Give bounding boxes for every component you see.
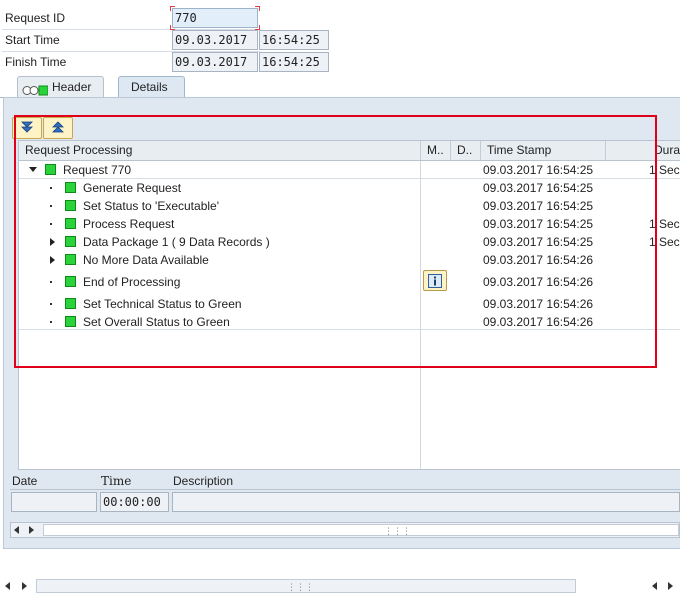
column-details[interactable]: D.. [451,141,481,160]
time-stamp-cell: 09.03.2017 16:54:26 [483,275,594,289]
scroll-thumb[interactable]: ⋮⋮⋮ [43,524,679,537]
tree-row[interactable]: Set Technical Status to Green 09.03.2017 … [19,295,680,313]
collapsed-node-icon[interactable] [50,238,55,246]
expanded-node-icon[interactable] [29,167,37,172]
description-column-label: Description [173,474,234,488]
tree-row[interactable]: No More Data Available 09.03.2017 16:54:2… [19,251,680,269]
green-status-icon [65,276,76,287]
leaf-bullet-icon [50,187,52,189]
time-stamp-cell: 09.03.2017 16:54:26 [483,297,594,311]
leaf-bullet-icon [50,223,52,225]
inner-horizontal-scrollbar[interactable]: ⋮⋮⋮ [10,522,680,538]
start-time-label: Start Time [5,33,60,47]
tree-header: Request Processing M.. D.. Time Stamp Du… [19,141,680,161]
date-field [11,492,97,512]
tree-node-label: Request 770 [63,163,132,177]
tab-details-label: Details [131,80,168,94]
grip-icon: ⋮⋮⋮ [384,527,411,537]
description-field [172,492,680,512]
finish-date-field: 09.03.2017 [172,52,258,72]
time-stamp-cell: 09.03.2017 16:54:25 [483,181,594,195]
tree-row[interactable]: Set Overall Status to Green 09.03.2017 16… [19,313,680,331]
tab-details[interactable]: Details [118,76,185,99]
green-status-icon [65,316,76,327]
message-info-button[interactable] [423,270,447,291]
grip-icon: ⋮⋮⋮ [287,583,314,593]
info-icon [428,273,442,288]
time-column-label: Time [101,474,132,488]
scroll-thumb[interactable]: ⋮⋮⋮ [36,579,576,593]
tree-node-label: Generate Request [83,181,182,195]
time-stamp-cell: 09.03.2017 16:54:25 [483,217,594,231]
green-status-icon [65,200,76,211]
tree-row[interactable]: Process Request 09.03.2017 16:54:25 1 Sec [19,215,680,233]
scroll-right-icon[interactable] [29,526,34,534]
time-field: 00:00:00 [100,492,169,512]
column-message[interactable]: M.. [421,141,451,160]
collapse-all-button[interactable] [43,117,73,139]
request-processing-tree: Request Processing M.. D.. Time Stamp Du… [18,140,680,470]
tab-strip: Header Details [0,74,680,99]
collapse-all-icon [50,120,66,137]
time-stamp-cell: 09.03.2017 16:54:26 [483,253,594,267]
tree-row[interactable]: Data Package 1 ( 9 Data Records ) 09.03.2… [19,233,680,251]
finish-time-field: 16:54:25 [259,52,329,72]
green-status-icon [65,236,76,247]
outer-horizontal-scrollbar[interactable]: ⋮⋮⋮ [0,578,680,594]
expand-all-icon [19,120,35,137]
tab-header-label: Header [52,80,92,94]
column-request-processing[interactable]: Request Processing [19,141,421,160]
tree-row[interactable]: Request 770 09.03.2017 16:54:25 1 Sec [19,161,680,179]
leaf-bullet-icon [50,303,52,305]
tree-row[interactable]: Set Status to 'Executable' 09.03.2017 16:… [19,197,680,215]
scroll-left-icon[interactable] [14,526,19,534]
green-status-icon [45,164,56,175]
scroll-right-icon[interactable] [22,582,27,590]
tree-node-label: Process Request [83,217,175,231]
tree-node-label: Set Status to 'Executable' [83,199,219,213]
start-time-field: 16:54:25 [259,30,329,50]
focus-corner [255,6,260,11]
tree-row[interactable]: End of Processing 09.03.2017 16:54:26 [19,270,680,291]
collapsed-node-icon[interactable] [50,256,55,264]
time-stamp-cell: 09.03.2017 16:54:25 [483,199,594,213]
request-id-label: Request ID [5,11,66,25]
expand-all-button[interactable] [12,117,42,139]
tab-header[interactable]: Header [17,76,105,98]
green-status-icon [65,218,76,229]
start-date-field: 09.03.2017 [172,30,258,50]
green-status-icon [65,182,76,193]
tree-node-label: Set Technical Status to Green [83,297,242,311]
header-status-icon [22,82,49,96]
green-status-icon [65,254,76,265]
leaf-bullet-icon [50,205,52,207]
tree-node-label: Set Overall Status to Green [83,315,230,329]
time-stamp-cell: 09.03.2017 16:54:25 [483,163,594,177]
tree-row[interactable]: Generate Request 09.03.2017 16:54:25 [19,179,680,197]
leaf-bullet-icon [50,281,52,283]
focus-corner [170,6,175,11]
date-column-label: Date [12,474,38,488]
green-status-icon [65,298,76,309]
separator [10,489,680,490]
duration-cell: 1 Sec [649,235,680,249]
duration-cell: 1 Sec [649,163,680,177]
scroll-right-icon[interactable] [668,582,673,590]
duration-cell: 1 Sec [649,217,680,231]
time-stamp-cell: 09.03.2017 16:54:25 [483,235,594,249]
column-duration[interactable]: Durat [606,141,680,160]
leaf-bullet-icon [50,321,52,323]
scroll-left-icon[interactable] [652,582,657,590]
request-id-field[interactable]: 770 [172,8,258,28]
tree-node-label: Data Package 1 ( 9 Data Records ) [83,235,270,249]
column-time-stamp[interactable]: Time Stamp [481,141,606,160]
finish-time-label: Finish Time [5,55,67,69]
tree-node-label: No More Data Available [83,253,209,267]
scroll-left-icon[interactable] [5,582,10,590]
tree-node-label: End of Processing [83,275,181,289]
time-stamp-cell: 09.03.2017 16:54:26 [483,315,594,329]
